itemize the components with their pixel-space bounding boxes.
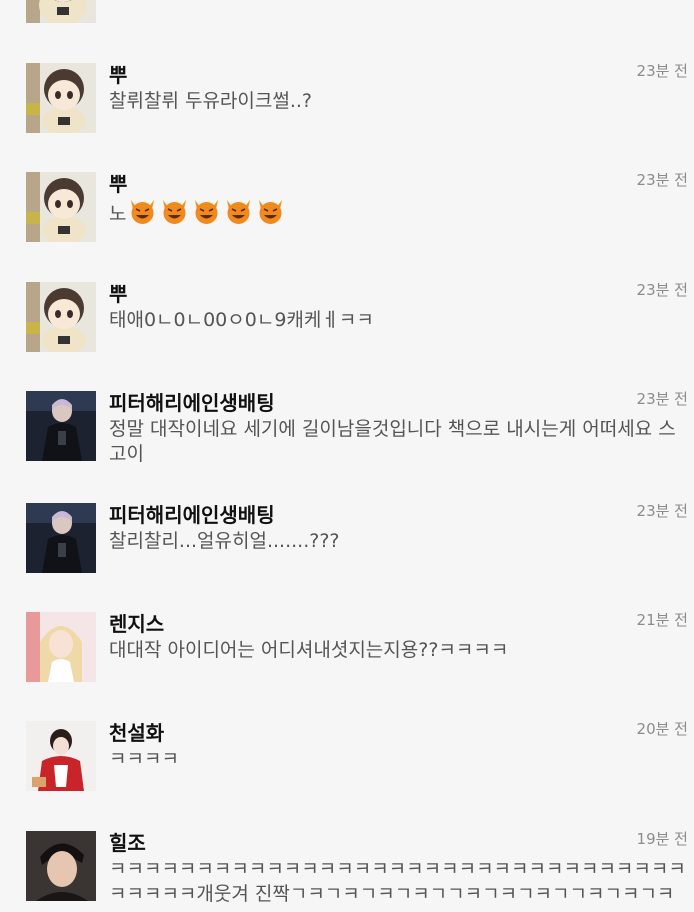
username[interactable]: 뿌 [109,63,127,87]
username[interactable]: 뿌 [109,282,127,306]
timestamp: 21분 전 [636,611,688,629]
avatar[interactable] [26,503,96,573]
comment-text: 찰뤼찰뤼 두유라이크썰..? [109,90,313,112]
plush-doll-avatar-icon [26,282,96,352]
comment-text: 대대작 아이디어는 어디셔내셧지는지용??ㅋㅋㅋㅋ [109,639,509,661]
comment-item: 뿌 23분 전 찰뤼찰뤼 두유라이크썰..? [0,62,694,143]
comment-list: 뿌 23분 전 찰뤼찰뤼 두유라이크썰..? 뿌 23분 전 노 뿌 23분 전… [0,0,694,912]
comment-text: 태애0ㄴ0ㄴ00ㅇ0ㄴ9캐케ㅔㅋㅋ [109,309,374,331]
comment-item: 뿌 23분 전 태애0ㄴ0ㄴ00ㅇ0ㄴ9캐케ㅔㅋㅋ [0,281,694,362]
avatar[interactable] [26,831,96,901]
comment-item: 뿌 23분 전 노 [0,171,694,252]
dark-portrait-avatar-icon [26,503,96,573]
smiling-devil-emoji-icon [163,200,187,224]
comment-item: 피터해리에인생배팅 23분 전 정말 대작이네요 세기에 길이남을것입니다 책으… [0,390,694,481]
smiling-devil-emoji-icon [195,200,219,224]
comment-text: 노 [109,198,689,227]
timestamp: 23분 전 [636,62,688,80]
timestamp: 19분 전 [636,830,688,848]
timestamp: 20분 전 [636,720,688,738]
comment-item: 천설화 20분 전 ㅋㅋㅋㅋ [0,720,694,801]
timestamp: 23분 전 [636,390,688,408]
avatar[interactable] [26,612,96,682]
avatar[interactable] [26,721,96,791]
username[interactable]: 힐조 [109,831,146,855]
timestamp: 23분 전 [636,171,688,189]
timestamp: 23분 전 [636,281,688,299]
boy-portrait-avatar-icon [26,831,96,901]
comment-text-prefix: 노 [109,203,127,225]
dark-portrait-avatar-icon [26,391,96,461]
timestamp: 23분 전 [636,502,688,520]
smiling-devil-emoji-icon [227,200,251,224]
avatar[interactable] [26,0,96,23]
emoji-row [128,198,285,224]
comment-text: ㅋㅋㅋㅋ [109,748,179,770]
comment-text: 정말 대작이네요 세기에 길이남을것입니다 책으로 내시는게 어떠세요 스고이 [109,418,676,465]
avatar[interactable] [26,391,96,461]
username[interactable]: 피터해리에인생배팅 [109,503,275,527]
plush-doll-avatar-icon [26,0,96,23]
comment-item: 렌지스 21분 전 대대작 아이디어는 어디셔내셧지는지용??ㅋㅋㅋㅋ [0,611,694,692]
plush-doll-avatar-icon [26,63,96,133]
comment-text: 찰리찰리...얼유히얼.......??? [109,530,340,552]
avatar[interactable] [26,282,96,352]
username[interactable]: 피터해리에인생배팅 [109,391,275,415]
comment-item: 피터해리에인생배팅 23분 전 찰리찰리...얼유히얼.......??? [0,502,694,583]
comment-item: 힐조 19분 전 ㅋㅋㅋㅋㅋㅋㅋㅋㅋㅋㅋㅋㅋㅋㅋㅋㅋㅋㅋㅋㅋㅋㅋㅋㅋㅋㅋㅋㅋㅋㅋ… [0,830,694,912]
blonde-portrait-avatar-icon [26,612,96,682]
avatar[interactable] [26,172,96,242]
plush-doll-avatar-icon [26,172,96,242]
comment-text: ㅋㅋㅋㅋㅋㅋㅋㅋㅋㅋㅋㅋㅋㅋㅋㅋㅋㅋㅋㅋㅋㅋㅋㅋㅋㅋㅋㅋㅋㅋㅋㅋㅋㅋㅋㅋㅋㅋ개웃… [109,858,686,912]
username[interactable]: 렌지스 [109,612,164,636]
username[interactable]: 천설화 [109,721,164,745]
smiling-devil-emoji-icon [259,200,283,224]
smiling-devil-emoji-icon [131,200,155,224]
avatar[interactable] [26,63,96,133]
comment-item [0,0,694,23]
red-outfit-portrait-avatar-icon [26,721,96,791]
username[interactable]: 뿌 [109,172,127,196]
